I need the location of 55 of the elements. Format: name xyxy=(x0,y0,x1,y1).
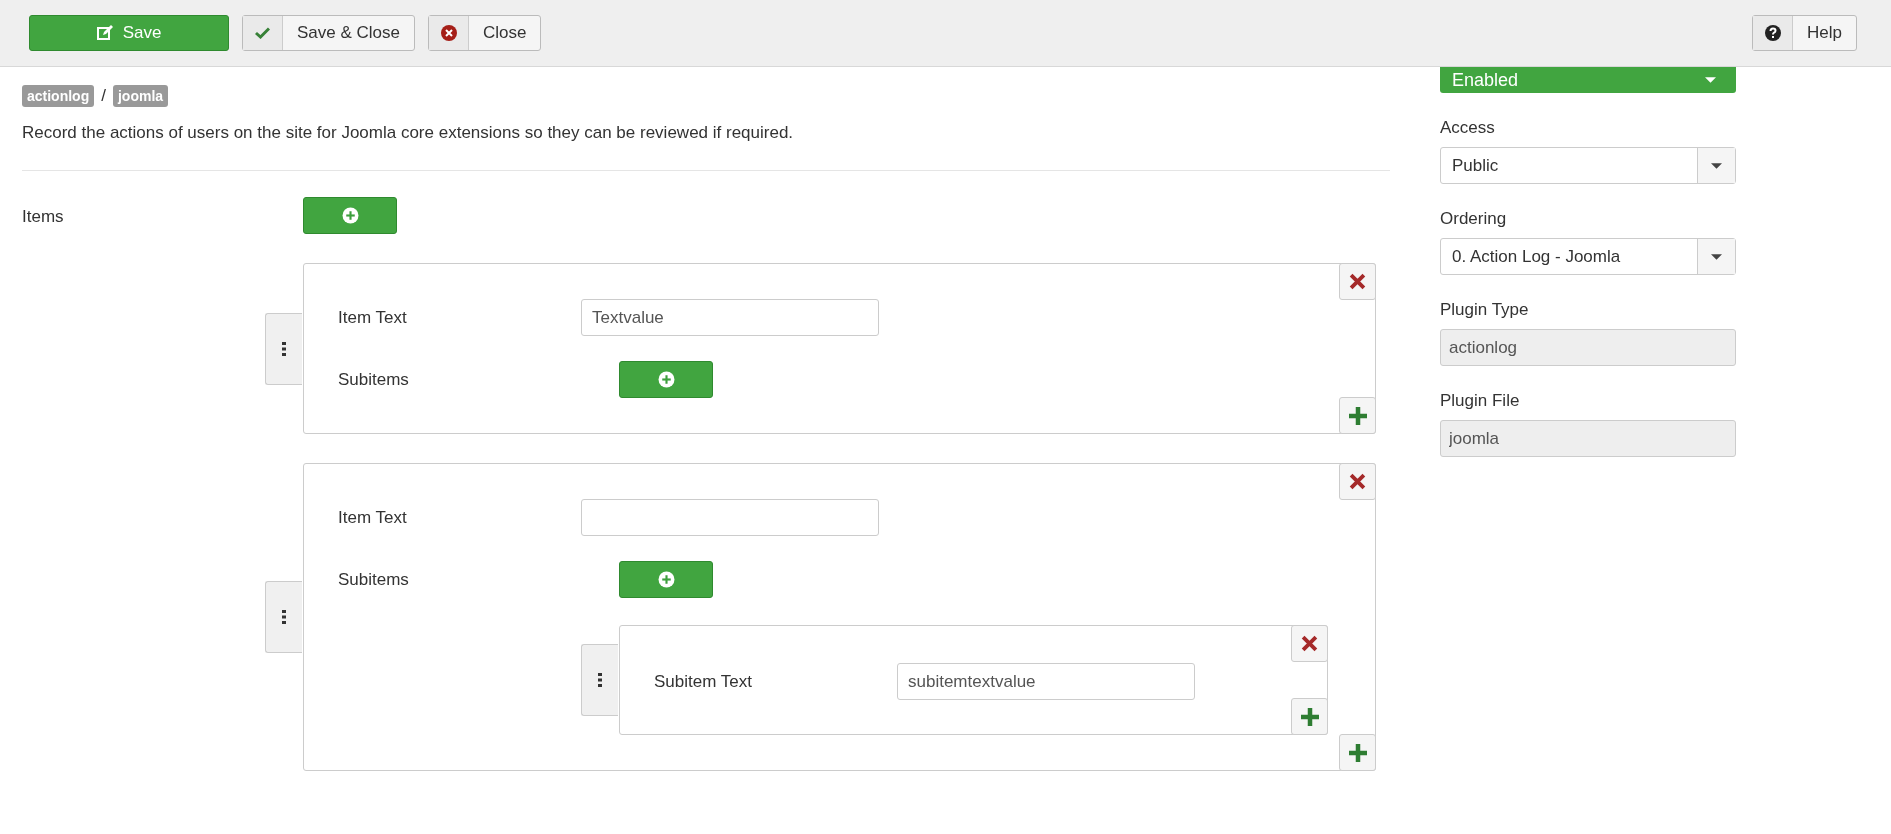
remove-button[interactable] xyxy=(1339,263,1376,300)
description: Record the actions of users on the site for Joomla core extensions so they can be reviewed if required. xyxy=(22,123,795,143)
field-label: Ordering xyxy=(1440,209,1508,229)
plus-icon xyxy=(1300,707,1319,726)
remove-button[interactable] xyxy=(1339,463,1376,500)
field-label: Item Text xyxy=(338,507,408,529)
edit-icon xyxy=(96,25,113,41)
check-icon xyxy=(255,27,270,39)
field-label: Subitem Text xyxy=(654,671,753,693)
close-icon xyxy=(1301,635,1318,652)
add-icon xyxy=(657,571,675,588)
caret-icon xyxy=(1711,253,1722,260)
field-label: Access xyxy=(1440,118,1496,138)
field-label: Item Text xyxy=(338,307,408,329)
cancel-icon xyxy=(440,25,457,41)
drag-handle[interactable] xyxy=(581,644,618,716)
breadcrumb-separator: / xyxy=(101,86,106,106)
help-button[interactable]: Help xyxy=(1752,15,1857,51)
readonly-field[interactable]: joomla xyxy=(1440,420,1736,457)
add-subitem-button[interactable] xyxy=(619,361,713,398)
close-button[interactable]: Close xyxy=(428,15,542,51)
add-icon xyxy=(341,207,359,224)
close-icon xyxy=(1349,473,1366,490)
remove-button[interactable] xyxy=(1291,625,1328,662)
help-icon xyxy=(1764,25,1781,41)
drag-handle[interactable] xyxy=(265,581,302,653)
field-label: Items xyxy=(22,207,65,227)
add-subitem-button[interactable] xyxy=(619,561,713,598)
save-close-button[interactable]: Save & Close xyxy=(242,15,415,51)
drag-icon xyxy=(282,610,286,624)
readonly-field[interactable]: actionlog xyxy=(1440,329,1736,366)
plus-icon xyxy=(1348,743,1367,762)
input-field[interactable]: Textvalue xyxy=(581,299,879,336)
plus-icon xyxy=(1348,406,1367,425)
add-after-button[interactable] xyxy=(1339,397,1376,434)
drag-handle[interactable] xyxy=(265,312,302,385)
select-field[interactable]: 0. Action Log - Joomla xyxy=(1440,238,1736,275)
field-label: Subitems xyxy=(338,369,410,391)
field-label: Plugin File xyxy=(1440,391,1521,411)
field-label: Subitems xyxy=(338,569,410,591)
close-icon xyxy=(1349,273,1366,290)
field-label: Plugin Type xyxy=(1440,300,1530,320)
drag-icon xyxy=(282,341,286,356)
badge: actionlog xyxy=(22,85,95,107)
input-field[interactable]: subitemtextvalue xyxy=(897,663,1195,700)
select-field[interactable]: Public xyxy=(1440,147,1736,184)
input-field[interactable] xyxy=(581,499,879,536)
drag-icon xyxy=(598,673,602,687)
caret-icon xyxy=(1705,77,1716,83)
add-after-button[interactable] xyxy=(1339,734,1376,771)
add-icon xyxy=(657,371,675,388)
caret-icon xyxy=(1711,162,1722,169)
add-after-button[interactable] xyxy=(1291,698,1328,735)
add-item-button[interactable] xyxy=(303,197,397,234)
badge: joomla xyxy=(112,85,169,107)
